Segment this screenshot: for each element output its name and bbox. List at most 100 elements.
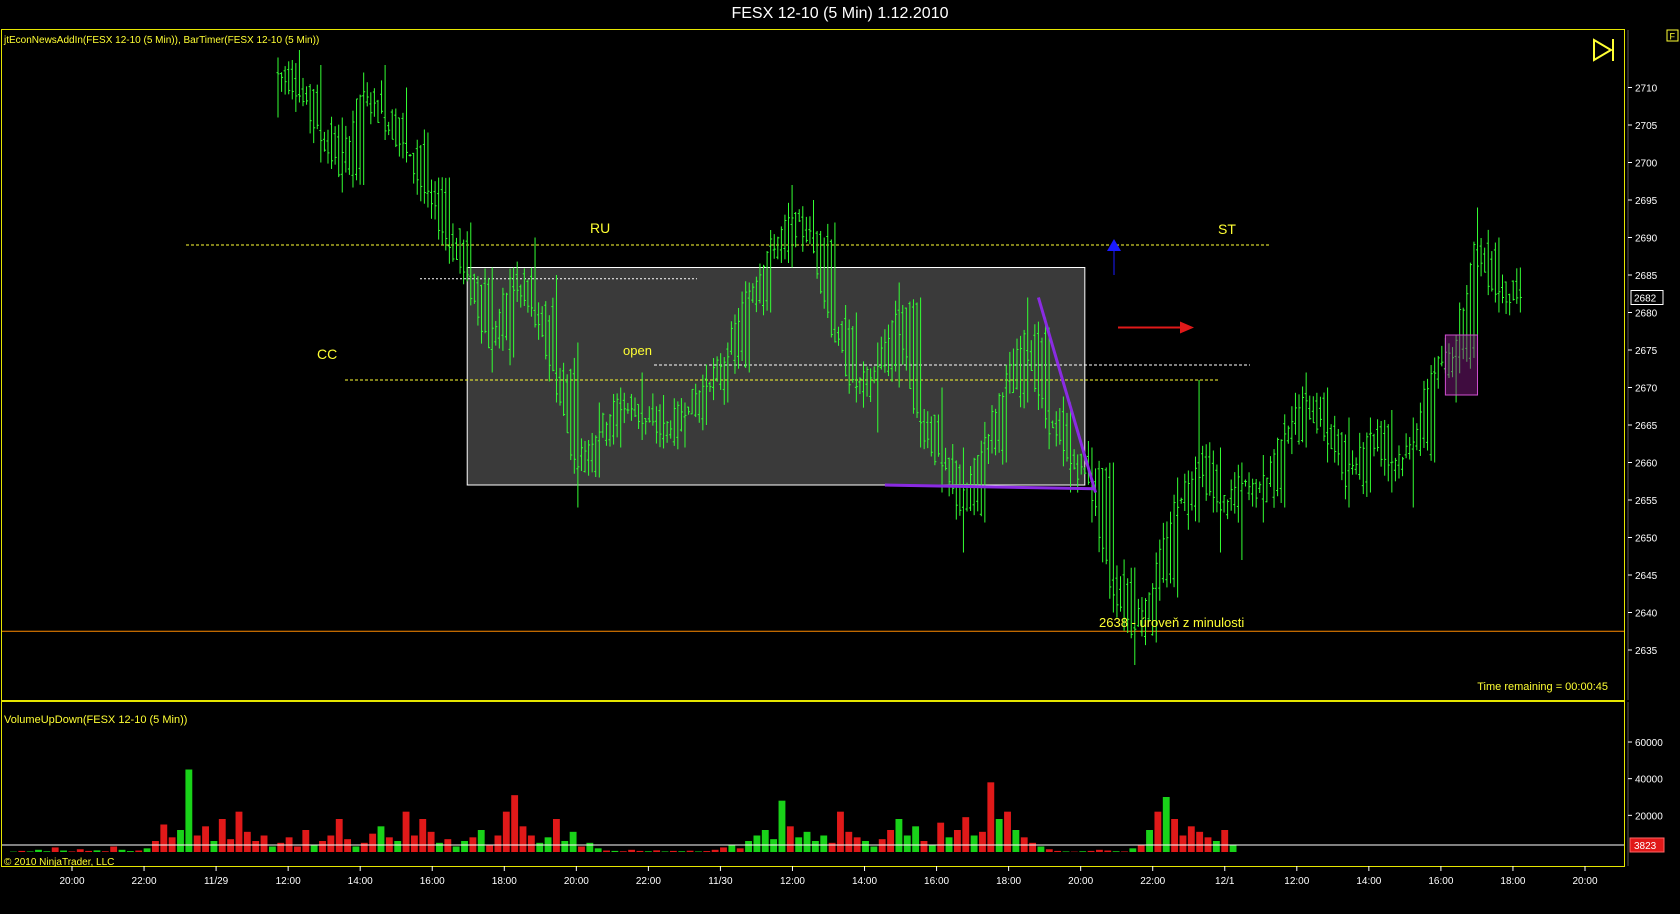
price-bar — [1104, 467, 1108, 565]
price-bar — [326, 129, 330, 164]
price-bar — [1401, 456, 1405, 477]
price-tick-label: 2690 — [1635, 234, 1658, 245]
volume-bar — [711, 849, 719, 852]
volume-bar — [227, 839, 235, 852]
volume-bar — [152, 841, 159, 852]
price-bar — [330, 116, 334, 169]
right-arrow-icon — [1180, 321, 1194, 334]
chart-canvas[interactable]: 2635 2640 2645 2650 2655 2660 2665 2670 2675 2680… — [0, 0, 1680, 914]
price-bar — [1479, 238, 1483, 277]
volume-bar — [477, 830, 485, 852]
price-bar — [1404, 433, 1408, 459]
price-bar — [1254, 478, 1258, 508]
price-bar — [1393, 457, 1397, 482]
volume-bar — [327, 835, 335, 852]
time-tick-label: 16:00 — [1428, 876, 1453, 887]
price-bar — [1418, 402, 1422, 456]
volume-bar — [1137, 844, 1145, 852]
price-bar — [1169, 511, 1172, 584]
price-bar — [1172, 494, 1176, 588]
price-tick-label: 2675 — [1635, 346, 1658, 357]
price-bar — [1222, 494, 1226, 513]
price-bar — [383, 65, 387, 140]
price-bar — [369, 92, 373, 125]
price-bar — [1276, 437, 1280, 497]
volume-bar — [360, 842, 368, 852]
volume-bar — [218, 819, 226, 852]
price-bar — [419, 144, 423, 202]
price-bar — [1304, 372, 1308, 448]
volume-bar — [1079, 851, 1087, 852]
volume-bar — [461, 841, 468, 852]
price-bar — [283, 66, 287, 95]
volume-bar — [1154, 811, 1162, 852]
scroll-to-end-icon[interactable] — [1593, 38, 1614, 62]
volume-bar — [494, 835, 502, 852]
price-bar — [287, 61, 291, 95]
volume-bar — [1146, 830, 1153, 852]
price-bar — [1318, 396, 1322, 427]
price-bar — [1383, 419, 1387, 476]
volume-bar — [93, 850, 101, 852]
volume-bar — [1212, 841, 1220, 852]
price-bar — [1340, 432, 1344, 481]
volume-bar — [628, 849, 636, 852]
price-bar — [408, 153, 412, 157]
volume-bar — [837, 811, 844, 852]
price-bar — [1193, 456, 1197, 522]
volume-bar — [895, 819, 903, 852]
volume-bar — [210, 841, 218, 852]
price-bar — [1179, 497, 1183, 504]
price-bar — [451, 223, 455, 262]
price-bar — [1229, 479, 1233, 511]
volume-bar — [268, 846, 276, 852]
price-bar — [444, 177, 448, 251]
volume-bar — [85, 850, 93, 852]
volume-bar — [502, 811, 510, 852]
price-bar — [1158, 539, 1162, 601]
volume-bar — [619, 851, 627, 852]
price-bar — [312, 88, 316, 144]
price-bar — [1208, 442, 1212, 496]
time-tick-label: 16:00 — [924, 876, 949, 887]
volume-bar — [419, 819, 427, 852]
volume-bar — [669, 850, 677, 852]
price-bar — [1365, 432, 1369, 497]
volume-bar — [60, 850, 67, 852]
time-tick-label: 18:00 — [492, 876, 517, 887]
price-bar — [1493, 242, 1497, 303]
price-bar — [1097, 460, 1101, 553]
price-bar — [1272, 449, 1276, 508]
price-bar — [1397, 445, 1401, 479]
volume-bar — [160, 824, 168, 852]
volume-bar — [962, 817, 970, 852]
price-bar — [1308, 395, 1312, 420]
volume-bar — [536, 842, 544, 852]
price-bar — [794, 211, 798, 248]
volume-bar — [736, 848, 744, 852]
price-bar — [1376, 419, 1380, 452]
price-bar — [319, 65, 323, 163]
volume-bar — [527, 835, 535, 852]
price-bar — [447, 177, 451, 264]
corner-f-button[interactable]: F — [1666, 29, 1679, 42]
volume-bar — [987, 782, 995, 852]
price-bar — [1243, 479, 1247, 487]
volume-bar — [1196, 831, 1204, 852]
price-bar — [1119, 576, 1123, 612]
price-panel-label: jtEconNewsAddIn(FESX 12-10 (5 Min)), Bar… — [3, 35, 319, 46]
volume-bar — [402, 811, 410, 852]
volume-bar — [1129, 848, 1137, 852]
price-bar — [1515, 268, 1519, 304]
price-bar — [1368, 417, 1372, 493]
volume-bar — [569, 831, 577, 852]
price-bar — [397, 117, 401, 157]
price-tick-label: 2640 — [1635, 609, 1658, 620]
price-tick-label: 2695 — [1635, 196, 1658, 207]
price-bar — [1251, 478, 1255, 507]
volume-tick-label: 60000 — [1635, 738, 1663, 749]
price-bar — [1379, 420, 1383, 467]
price-bar — [462, 239, 466, 285]
price-tick-label: 2655 — [1635, 496, 1658, 507]
price-bar — [1290, 406, 1294, 455]
